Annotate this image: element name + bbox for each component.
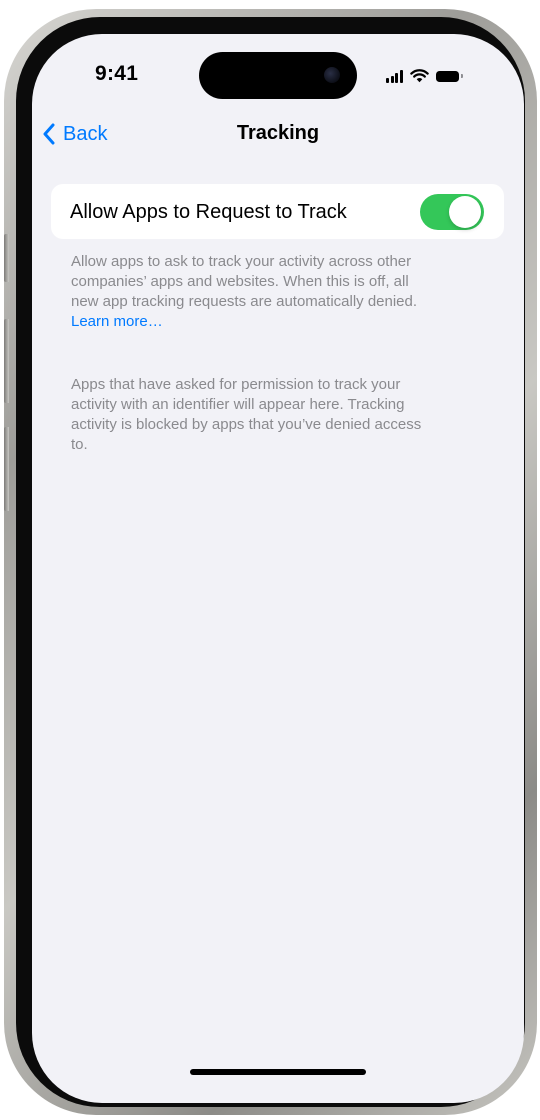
status-icons — [386, 67, 463, 85]
footer-2-line-4: to. — [71, 436, 88, 453]
front-camera — [324, 67, 340, 83]
footer-1-line-1: Allow apps to ask to track your activity… — [71, 253, 412, 270]
tracking-description: Allow apps to ask to track your activity… — [71, 252, 491, 332]
allow-tracking-cell: Allow Apps to Request to Track — [51, 184, 504, 239]
cellular-signal-icon — [386, 69, 404, 83]
wifi-icon — [410, 69, 429, 83]
phone-screen: 9:41 Back Tracking Allow Apps to Request… — [32, 34, 524, 1103]
volume-down-button — [4, 427, 9, 511]
phone-frame: 9:41 Back Tracking Allow Apps to Request… — [4, 9, 537, 1115]
footer-2-line-1: Apps that have asked for permission to t… — [71, 376, 401, 393]
toggle-knob — [449, 196, 481, 228]
home-indicator[interactable] — [190, 1069, 366, 1075]
battery-icon — [436, 70, 463, 82]
volume-up-button — [4, 319, 9, 403]
dynamic-island — [199, 52, 357, 99]
footer-1-line-2: companies’ apps and websites. When this … — [71, 273, 409, 290]
allow-tracking-toggle[interactable] — [420, 194, 484, 230]
action-button — [4, 234, 9, 282]
footer-1-line-3: new app tracking requests are automatica… — [71, 293, 418, 310]
learn-more-link[interactable]: Learn more… — [71, 313, 163, 330]
status-time: 9:41 — [95, 62, 139, 85]
allow-tracking-label: Allow Apps to Request to Track — [70, 201, 347, 223]
footer-2-line-3: activity is blocked by apps that you’ve … — [71, 416, 422, 433]
page-title: Tracking — [236, 122, 320, 144]
footer-2-line-2: activity with an identifier will appear … — [71, 396, 405, 413]
tracking-apps-note: Apps that have asked for permission to t… — [71, 375, 491, 455]
